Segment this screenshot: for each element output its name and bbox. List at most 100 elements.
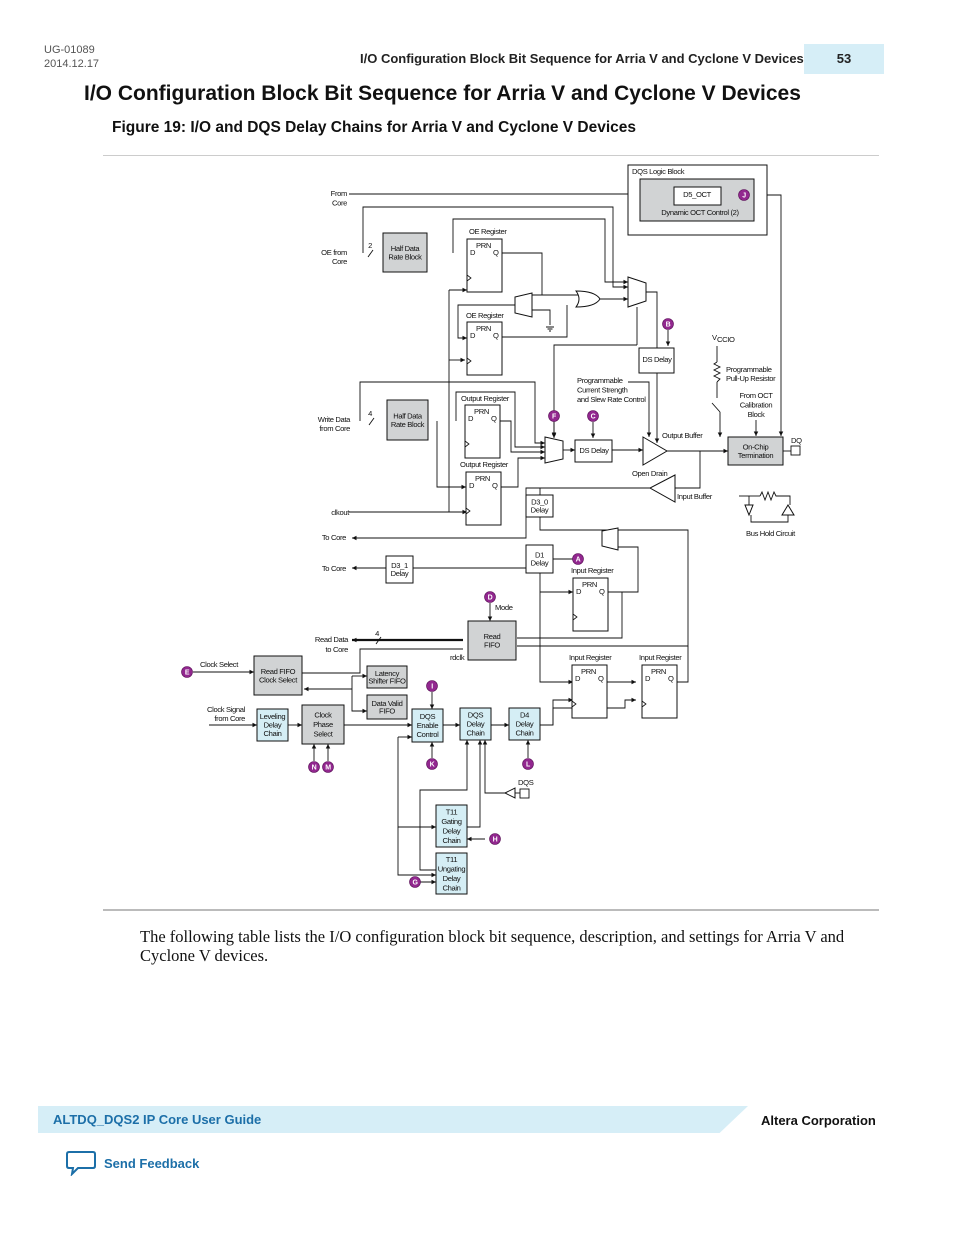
wire [467, 740, 483, 828]
d4-delay-chain-block-label: Delay [516, 720, 534, 729]
bus-hold-buffer-up [781, 504, 795, 516]
mode-label: Mode [495, 603, 513, 612]
programmable-current-label: Programmable [577, 376, 623, 385]
programmable-current-label: Current Strength [577, 386, 628, 395]
wire [368, 417, 375, 426]
d5-oct-label: D5_OCT [683, 190, 712, 199]
q-pin-label: Q [492, 481, 498, 490]
feedback-icon [66, 1151, 96, 1176]
wire [397, 827, 436, 878]
d-pin-label: D [576, 587, 582, 596]
dqs-enable-control-block-label: DQS [420, 712, 436, 721]
d-pin-label: D [470, 331, 476, 340]
to-core-label: To Core [322, 533, 346, 542]
from-core-label: Core [332, 199, 347, 208]
d-pin-label: D [469, 481, 475, 490]
on-chip-termination-block-label: Termination [738, 451, 774, 460]
marker-letter: C [591, 414, 596, 421]
output-buffer [642, 436, 668, 466]
prn-label: PRN [474, 407, 489, 416]
prn-label: PRN [476, 324, 491, 333]
bus-hold-circuit-label: Bus Hold Circuit [746, 529, 796, 538]
marker-k: K [426, 758, 438, 770]
dqs-enable-control-block-label: Control [416, 730, 439, 739]
pull-up-resistor-label: Programmable [726, 365, 772, 374]
marker-m: M [322, 761, 334, 773]
output-mux [544, 436, 564, 464]
marker-g: G [409, 876, 421, 888]
prn-label: PRN [475, 474, 490, 483]
vccio-subscript: CCIO [717, 335, 735, 344]
oe-mux [514, 292, 533, 318]
clock-phase-select-block-label: Clock [314, 711, 332, 720]
write-data-label: from Core [319, 424, 350, 433]
send-feedback-link[interactable]: Send Feedback [66, 1150, 199, 1176]
prn-label: PRN [651, 667, 666, 676]
read-fifo-block-label: FIFO [484, 640, 500, 649]
t11-gating-delay-chain-block-label: T11 [446, 807, 458, 816]
marker-letter: J [742, 193, 746, 200]
register-label: OE Register [466, 311, 504, 320]
wire [712, 361, 722, 383]
q-pin-label: Q [668, 674, 674, 683]
read-data-to-core-label: to Core [326, 645, 349, 654]
dqs-delay-chain-block-label: Chain [466, 729, 484, 738]
user-guide-link[interactable]: ALTDQ_DQS2 IP Core User Guide [53, 1112, 261, 1127]
from-oct-calibration-label: From OCT [739, 391, 773, 400]
input-buffer-label: Input Buffer [677, 492, 713, 501]
dq-pin-icon [790, 445, 801, 456]
wire [646, 291, 658, 348]
wire [351, 676, 367, 714]
dqs-enable-control-block-label: Enable [417, 721, 439, 730]
t11-gating-delay-chain-block-label: Gating [441, 817, 461, 826]
from-oct-calibration-label: Block [748, 410, 765, 419]
read-fifo-clock-select-block-label: Clock Select [259, 675, 298, 684]
marker-e: E [181, 666, 193, 678]
t11-gating-delay-chain-block-label: Delay [443, 826, 461, 835]
wire [618, 546, 639, 593]
clock-phase-select-block-label: Select [313, 730, 333, 739]
marker-c: C [587, 410, 599, 422]
oe-select-mux [627, 276, 647, 308]
company-name: Altera Corporation [761, 1113, 876, 1128]
clkout-label: clkout [331, 508, 350, 517]
marker-letter: H [493, 837, 498, 844]
to-core-label: To Core [322, 564, 346, 573]
half-data-rate-block-oe-label: Rate Block [388, 252, 422, 261]
register-label: OE Register [469, 227, 507, 236]
wire [532, 309, 551, 325]
read-data-to-core-label: Read Data [315, 635, 349, 644]
open-drain-label: Open Drain [632, 469, 667, 478]
marker-d: D [484, 591, 496, 603]
prn-label: PRN [582, 580, 597, 589]
marker-letter: M [325, 765, 331, 772]
marker-letter: E [185, 670, 190, 677]
ds-delay-label: DS Delay [642, 355, 672, 364]
register-label: Output Register [460, 460, 509, 469]
t11-ungating-delay-chain-block-label: Chain [442, 883, 460, 892]
input-buffer [648, 474, 676, 503]
q-pin-label: Q [491, 414, 497, 423]
marker-letter: D [488, 595, 493, 602]
from-oct-calibration-label: Calibration [740, 401, 773, 410]
wire [785, 495, 791, 505]
dynamic-oct-label: Dynamic OCT Control (2) [661, 208, 739, 217]
dqs-input-buffer [503, 787, 516, 799]
wire [539, 573, 573, 685]
wire [711, 402, 721, 413]
register-label: Input Register [569, 653, 612, 662]
marker-letter: K [430, 762, 435, 769]
dqs-logic-block-label: DQS Logic Block [632, 167, 685, 176]
d4-delay-chain-block-label: D4 [520, 711, 529, 720]
t11-ungating-delay-chain-block-label: Delay [443, 874, 461, 883]
wire [759, 490, 785, 502]
d-pin-label: D [575, 674, 581, 683]
leveling-delay-chain-block-label: Chain [263, 729, 281, 738]
wire [750, 515, 789, 523]
oe-from-core-label: Core [332, 257, 347, 266]
marker-f: F [548, 410, 560, 422]
wire [628, 381, 652, 437]
pull-up-resistor-label: Pull-Up Resistor [726, 374, 776, 383]
programmable-current-label: and Slew Rate Control [577, 395, 646, 404]
send-feedback-label: Send Feedback [104, 1155, 200, 1171]
